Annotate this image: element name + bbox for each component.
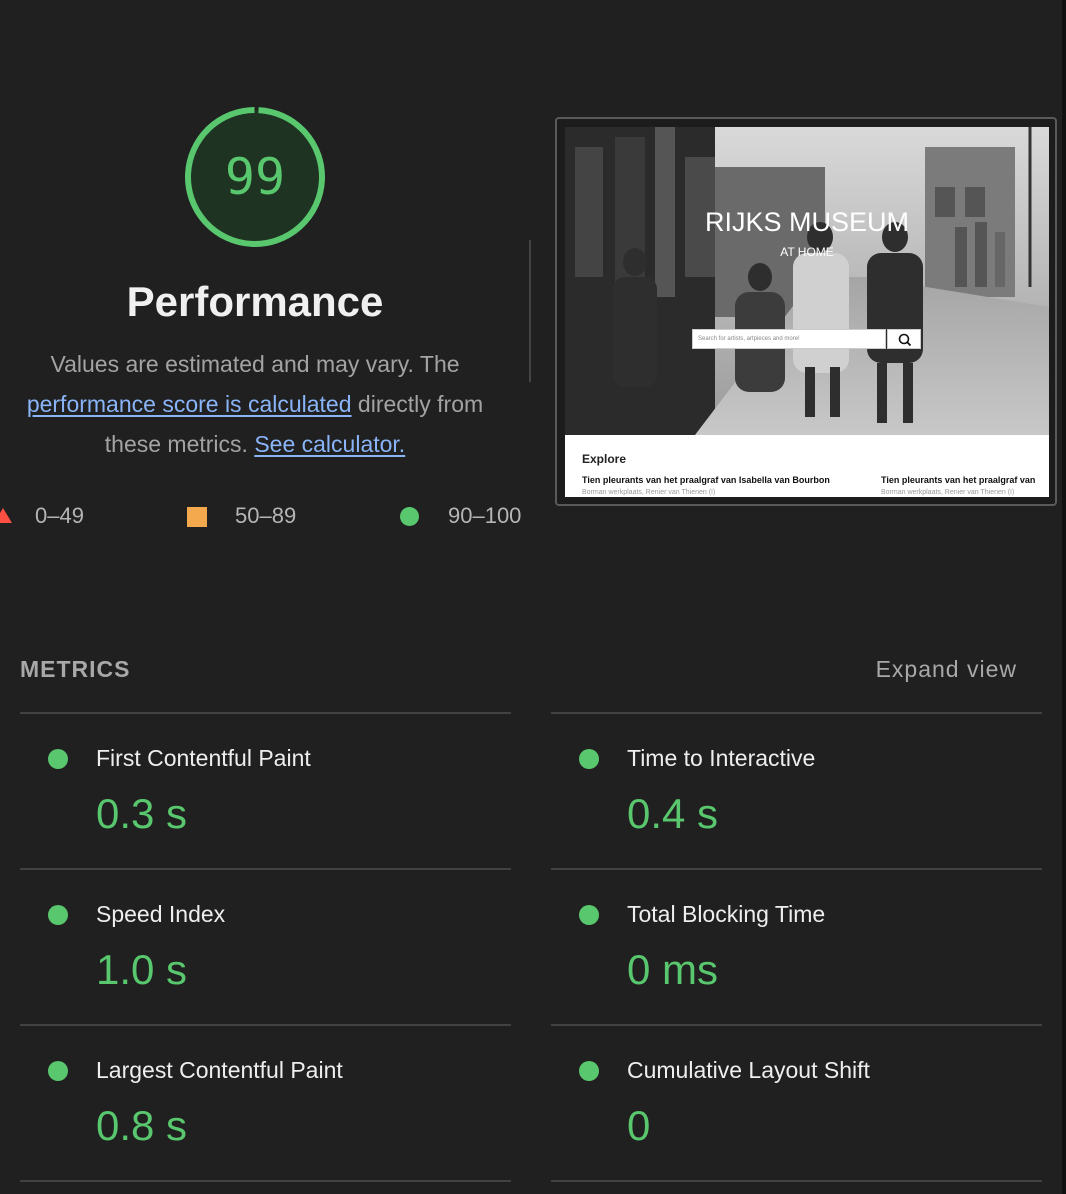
final-screenshot: RIJKS MUSEUM AT HOME Search for artists,… <box>565 127 1049 497</box>
pass-circle-icon <box>400 507 419 526</box>
pass-circle-icon <box>579 1061 599 1081</box>
metric-value: 0 ms <box>627 946 719 993</box>
metric-label: Cumulative Layout Shift <box>627 1057 870 1083</box>
desc-text-1: Values are estimated and may vary. The <box>50 351 460 377</box>
legend-pass-range: 90–100 <box>448 503 522 528</box>
metric-value: 0.3 s <box>96 790 188 837</box>
metric-value: 1.0 s <box>96 946 188 993</box>
pass-circle-icon <box>579 905 599 925</box>
fail-triangle-icon <box>0 508 12 523</box>
metric-value: 0.4 s <box>627 790 719 837</box>
hero-search-input: Search for artists, artpieces and more! <box>692 329 886 349</box>
metric-largest-contentful-paint: Largest Contentful Paint 0.8 s <box>20 1024 511 1180</box>
metrics-heading: METRICS <box>20 656 131 682</box>
average-square-icon <box>187 507 207 527</box>
gauge-score: 99 <box>224 148 286 206</box>
metric-speed-index: Speed Index 1.0 s <box>20 868 511 1024</box>
search-icon <box>898 333 912 347</box>
metric-value: 0.8 s <box>96 1102 188 1149</box>
gauge-title: Performance <box>126 278 384 325</box>
metric-divider <box>20 1180 511 1182</box>
metric-label: Time to Interactive <box>627 745 816 771</box>
legend-fail-range: 0–49 <box>35 503 84 528</box>
metric-first-contentful-paint: First Contentful Paint 0.3 s <box>20 712 511 868</box>
metric-value: 0 <box>627 1102 651 1149</box>
pass-circle-icon <box>579 749 599 769</box>
vertical-divider <box>529 240 531 382</box>
explore-item-title-1: Tien pleurants van het praalgraf van Isa… <box>582 475 830 485</box>
pass-circle-icon <box>48 905 68 925</box>
metric-time-to-interactive: Time to Interactive 0.4 s <box>551 712 1042 868</box>
panel-edge <box>1062 0 1066 1194</box>
metric-label: Total Blocking Time <box>627 901 826 927</box>
pass-circle-icon <box>48 749 68 769</box>
performance-gauge[interactable]: 99 <box>181 103 329 251</box>
score-calculated-link[interactable]: performance score is calculated <box>27 391 352 417</box>
score-description: Values are estimated and may vary. The p… <box>0 344 510 464</box>
expand-view-toggle[interactable]: Expand view <box>876 656 1017 683</box>
pass-circle-icon <box>48 1061 68 1081</box>
hero-search-button <box>887 329 921 349</box>
hero-subtitle: AT HOME <box>780 245 834 259</box>
metric-label: First Contentful Paint <box>96 745 311 771</box>
metric-total-blocking-time: Total Blocking Time 0 ms <box>551 868 1042 1024</box>
legend-pass-label: 90–100 <box>448 503 521 533</box>
screenshot-hero-image: RIJKS MUSEUM AT HOME Search for artists,… <box>565 127 1049 435</box>
metric-label: Speed Index <box>96 901 226 927</box>
metric-cumulative-layout-shift: Cumulative Layout Shift 0 <box>551 1024 1042 1180</box>
street-photo-illustration <box>565 127 1049 435</box>
hero-title: RIJKS MUSEUM <box>704 207 910 237</box>
legend-fail-label: 0–49 <box>35 503 84 533</box>
metric-label: Largest Contentful Paint <box>96 1057 343 1083</box>
desc-text-3: these metrics. <box>104 431 248 457</box>
legend-average-label: 50–89 <box>235 503 296 533</box>
see-calculator-link[interactable]: See calculator. <box>254 431 405 457</box>
explore-item-sub-2: Borman werkplaats, Renier van Thienen (I… <box>881 489 1015 496</box>
legend-average-range: 50–89 <box>235 503 297 528</box>
explore-item-sub-1: Borman werkplaats, Renier van Thienen (I… <box>582 489 716 496</box>
explore-item-title-2: Tien pleurants van het praalgraf van <box>881 475 1036 485</box>
metric-divider <box>551 1180 1042 1182</box>
explore-heading: Explore <box>582 452 627 466</box>
desc-text-2: directly from <box>357 391 484 417</box>
